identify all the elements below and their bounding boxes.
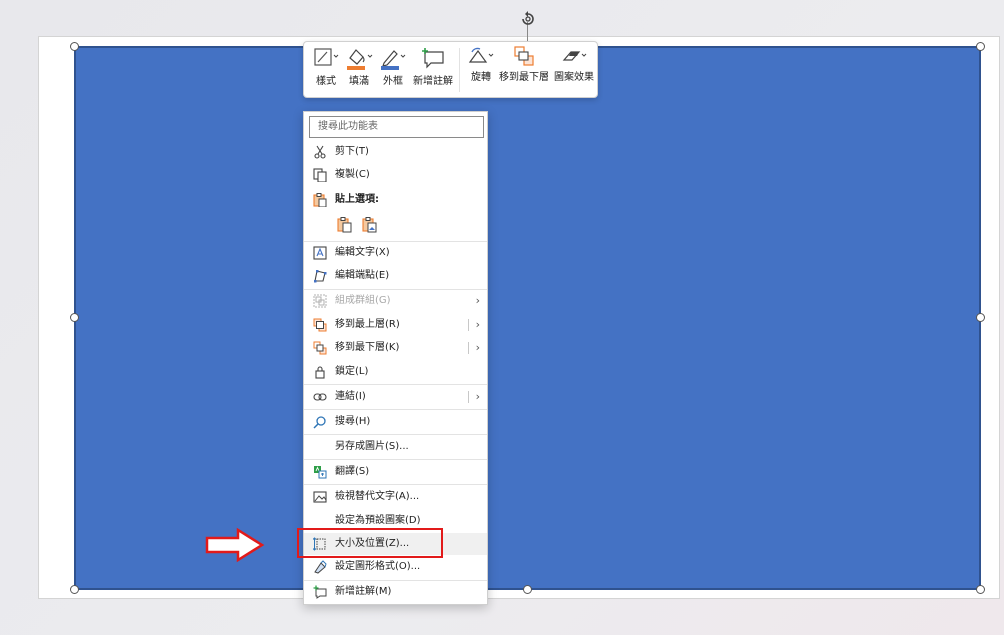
- new-comment-button[interactable]: 新增註解: [411, 46, 455, 94]
- copy-icon: [313, 168, 327, 182]
- rotate-triangle-icon: [468, 47, 494, 63]
- resize-handle-bottom-center[interactable]: [523, 585, 532, 594]
- paste-as-picture-icon[interactable]: [361, 217, 377, 233]
- resize-handle-bottom-right[interactable]: [976, 585, 985, 594]
- send-to-back-icon: [313, 341, 327, 355]
- menu-separator: [304, 484, 487, 485]
- eraser-effects-icon: [562, 51, 587, 61]
- menu-item-link[interactable]: 連結(I) ›: [304, 386, 487, 408]
- menu-item-paste-options: 貼上選項:: [304, 189, 487, 211]
- menu-item-search[interactable]: 搜尋(H): [304, 411, 487, 433]
- toolbar-separator: [459, 48, 460, 92]
- menu-item-send-to-back[interactable]: 移到最下層(K) ›: [304, 337, 487, 359]
- split-divider: [468, 342, 469, 354]
- link-icon: [313, 393, 327, 401]
- comment-add-icon: [313, 585, 327, 599]
- menu-separator: [304, 384, 487, 385]
- red-arrow-annotation-icon: [205, 527, 265, 563]
- paste-options-row: [304, 214, 487, 236]
- resize-handle-middle-left[interactable]: [70, 313, 79, 322]
- split-divider: [468, 319, 469, 331]
- resize-handle-top-right[interactable]: [976, 42, 985, 51]
- floating-mini-toolbar: 樣式 填滿 外框 新增註解 旋轉 移到最下層 圖案效果: [303, 41, 598, 98]
- scissors-icon: [314, 145, 326, 159]
- highlight-annotation-box: [297, 528, 443, 558]
- lock-icon: [315, 366, 325, 379]
- clipboard-icon: [313, 193, 327, 207]
- menu-item-view-alt-text[interactable]: 檢視替代文字(A)...: [304, 486, 487, 508]
- menu-search-input[interactable]: 搜尋此功能表: [309, 116, 484, 138]
- edit-points-icon: [314, 270, 327, 283]
- send-to-back-icon: [514, 46, 534, 66]
- alt-text-image-icon: [313, 491, 327, 503]
- translate-icon: [314, 466, 327, 479]
- paint-bucket-icon: [347, 49, 373, 70]
- menu-item-bring-to-front[interactable]: 移到最上層(R) ›: [304, 314, 487, 336]
- comment-add-icon: [422, 48, 444, 69]
- selected-rectangle-shape[interactable]: [74, 46, 981, 590]
- shape-effects-button[interactable]: 圖案效果: [552, 46, 596, 94]
- send-to-back-button[interactable]: 移到最下層: [498, 46, 550, 94]
- split-divider: [468, 391, 469, 403]
- paste-keep-formatting-icon[interactable]: [336, 217, 352, 233]
- submenu-chevron-icon[interactable]: ›: [476, 337, 480, 359]
- pen-outline-icon: [381, 50, 406, 70]
- resize-handle-top-left[interactable]: [70, 42, 79, 51]
- resize-handle-middle-right[interactable]: [976, 313, 985, 322]
- menu-item-save-as-picture[interactable]: 另存成圖片(S)...: [304, 436, 487, 458]
- rotate-handle-icon[interactable]: [517, 8, 539, 28]
- menu-item-copy[interactable]: 複製(C): [304, 164, 487, 186]
- menu-separator: [304, 459, 487, 460]
- search-icon: [313, 416, 326, 429]
- outline-button[interactable]: 外框: [377, 46, 409, 94]
- shape-style-icon: [314, 48, 339, 66]
- menu-item-cut[interactable]: 剪下(T): [304, 141, 487, 163]
- submenu-chevron-icon[interactable]: ›: [476, 386, 480, 408]
- menu-item-edit-text[interactable]: 編輯文字(X): [304, 242, 487, 264]
- menu-item-group[interactable]: 組成群組(G) ›: [304, 290, 487, 312]
- menu-separator: [304, 434, 487, 435]
- group-icon: [313, 294, 327, 308]
- resize-handle-bottom-left[interactable]: [70, 585, 79, 594]
- menu-item-new-comment[interactable]: 新增註解(M): [304, 581, 487, 603]
- menu-separator: [304, 409, 487, 410]
- edit-text-icon: [313, 246, 327, 260]
- bring-to-front-icon: [313, 318, 327, 332]
- menu-item-translate[interactable]: 翻譯(S): [304, 461, 487, 483]
- submenu-chevron-icon: ›: [475, 294, 480, 307]
- rotate-button[interactable]: 旋轉: [464, 46, 498, 94]
- style-button[interactable]: 樣式: [310, 46, 342, 94]
- menu-item-lock[interactable]: 鎖定(L): [304, 361, 487, 383]
- fill-button[interactable]: 填滿: [342, 46, 376, 94]
- menu-item-format-shape[interactable]: 設定圖形格式(O)...: [304, 556, 487, 578]
- menu-item-edit-points[interactable]: 編輯端點(E): [304, 265, 487, 287]
- format-shape-icon: [314, 560, 327, 574]
- submenu-chevron-icon[interactable]: ›: [476, 314, 480, 336]
